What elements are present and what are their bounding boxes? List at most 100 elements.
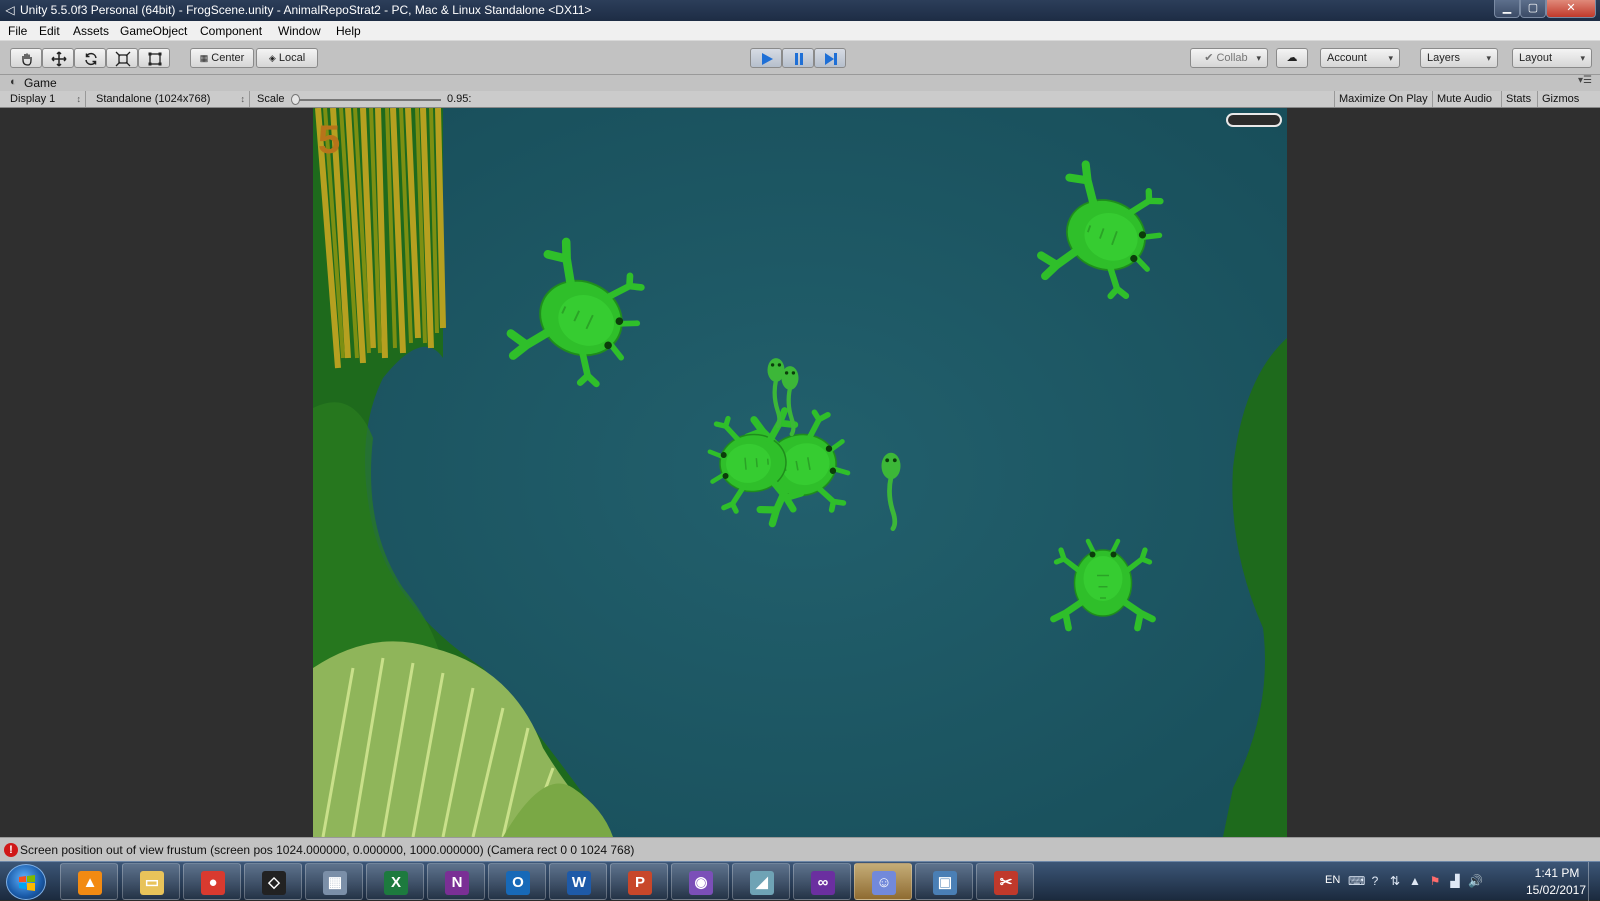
stats-button[interactable]: Stats — [1501, 91, 1535, 107]
collab-dropdown[interactable]: ✔ Collab — [1190, 48, 1268, 68]
layout-label: Layout — [1519, 52, 1553, 64]
maximize-button[interactable]: ▢ — [1520, 0, 1546, 18]
taskbar-button-vlc[interactable]: ▲ — [60, 863, 118, 900]
scale-slider-track[interactable] — [293, 99, 441, 101]
game-tab[interactable]: ◐ Game ▾☰ — [0, 75, 1600, 91]
taskbar-button-photo-viewer[interactable]: ▣ — [915, 863, 973, 900]
menu-gameobject[interactable]: GameObject — [120, 21, 187, 41]
system-tray: EN ⌨ ? ⇅ ▲ ⚑ ▟ 🔊 1:41 PM 15/02/2017 — [1300, 862, 1600, 901]
word-icon: W — [567, 871, 591, 895]
menu-file[interactable]: File — [8, 21, 27, 41]
action-center-flag-icon[interactable]: ⚑ — [1428, 874, 1442, 888]
step-button[interactable] — [814, 48, 846, 68]
menu-help[interactable]: Help — [336, 21, 361, 41]
taskbar-button-word[interactable]: W — [549, 863, 607, 900]
taskbar-button-powerpoint[interactable]: P — [610, 863, 668, 900]
tab-menu-icon[interactable]: ▾☰ — [1578, 75, 1592, 86]
status-message: Screen position out of view frustum (scr… — [20, 843, 635, 857]
taskbar-button-onenote[interactable]: N — [427, 863, 485, 900]
menu-edit[interactable]: Edit — [39, 21, 60, 41]
taskbar-button-discord[interactable]: ☺ — [854, 863, 912, 900]
file-explorer-icon: ▭ — [140, 871, 164, 895]
layers-label: Layers — [1427, 52, 1461, 64]
help-icon[interactable]: ? — [1368, 874, 1382, 888]
account-dropdown[interactable]: Account — [1320, 48, 1400, 68]
taskbar-button-chrome[interactable]: ● — [183, 863, 241, 900]
calculator-icon: ▦ — [323, 871, 347, 895]
signal-strength-icon[interactable]: ▟ — [1448, 874, 1462, 888]
visual-studio-icon: ∞ — [811, 871, 835, 895]
hand-tool-icon — [22, 53, 32, 66]
scale-slider-handle[interactable] — [291, 94, 300, 105]
mute-audio-button[interactable]: Mute Audio — [1432, 91, 1496, 107]
game-canvas[interactable]: 5 — [313, 108, 1287, 837]
taskbar-button-github-desktop[interactable]: ◉ — [671, 863, 729, 900]
game-tab-label: Game — [24, 76, 57, 90]
taskbar-button-notes-app[interactable]: ◢ — [732, 863, 790, 900]
network-small-icon[interactable]: ⇅ — [1388, 874, 1402, 888]
show-desktop-button[interactable] — [1588, 862, 1600, 901]
window-title: Unity 5.5.0f3 Personal (64bit) - FrogSce… — [20, 3, 592, 17]
taskbar-button-file-explorer[interactable]: ▭ — [122, 863, 180, 900]
menu-window[interactable]: Window — [278, 21, 321, 41]
gizmos-dropdown[interactable]: Gizmos — [1537, 91, 1593, 107]
taskbar-button-unity[interactable]: ◇ — [244, 863, 302, 900]
pause-button[interactable] — [782, 48, 814, 68]
rotate-tool-icon — [85, 52, 97, 66]
taskbar-button-snipping-tool[interactable]: ✂ — [976, 863, 1034, 900]
show-hidden-icons[interactable]: ▲ — [1408, 874, 1422, 888]
error-icon: ! — [4, 843, 18, 857]
github-desktop-icon: ◉ — [689, 871, 713, 895]
photo-viewer-icon: ▣ — [933, 871, 957, 895]
step-icon — [825, 53, 837, 65]
hand-tool-button[interactable] — [10, 48, 42, 68]
collab-check-icon: ✔ — [1204, 52, 1214, 64]
rect-tool-button[interactable] — [138, 48, 170, 68]
keyboard-icon[interactable]: ⌨ — [1348, 874, 1365, 888]
scale-tool-button[interactable] — [106, 48, 138, 68]
pivot-center-button[interactable]: ▦ Center — [190, 48, 254, 68]
game-tab-icon: ◐ — [10, 76, 17, 88]
rotate-tool-button[interactable] — [74, 48, 106, 68]
minimize-button[interactable]: ▁ — [1494, 0, 1520, 18]
cloud-button[interactable]: ☁ — [1276, 48, 1308, 68]
clock-date[interactable]: 15/02/2017 — [1516, 883, 1596, 897]
layout-dropdown[interactable]: Layout — [1512, 48, 1592, 68]
move-tool-button[interactable] — [42, 48, 74, 68]
language-indicator[interactable]: EN — [1325, 874, 1340, 886]
display-dropdown[interactable]: Display 1 — [6, 91, 86, 107]
minimize-icon: ▁ — [1502, 2, 1512, 14]
clock-time[interactable]: 1:41 PM — [1522, 866, 1592, 880]
rect-tool-icon — [148, 52, 162, 66]
collab-label: Collab — [1216, 52, 1248, 64]
discord-icon: ☺ — [872, 871, 896, 895]
local-icon: ◈ — [268, 53, 276, 63]
maximize-icon: ▢ — [1527, 2, 1539, 14]
chrome-icon: ● — [201, 871, 225, 895]
snipping-tool-icon: ✂ — [994, 871, 1018, 895]
console-status-bar[interactable]: ! Screen position out of view frustum (s… — [0, 837, 1600, 861]
move-tool-icon — [51, 51, 67, 67]
play-icon — [762, 53, 773, 65]
taskbar-button-excel[interactable]: X — [366, 863, 424, 900]
volume-icon[interactable]: 🔊 — [1468, 874, 1483, 888]
start-button[interactable] — [6, 864, 46, 900]
layers-dropdown[interactable]: Layers — [1420, 48, 1498, 68]
close-button[interactable]: ✕ — [1546, 0, 1596, 18]
unity-logo-icon: ◁ — [5, 3, 15, 17]
onenote-icon: N — [445, 871, 469, 895]
game-viewport: 5 — [0, 108, 1600, 837]
menu-component[interactable]: Component — [200, 21, 262, 41]
resolution-dropdown[interactable]: Standalone (1024x768) — [92, 91, 250, 107]
taskbar-button-calculator[interactable]: ▦ — [305, 863, 363, 900]
windows-flag-icon — [19, 875, 35, 891]
maximize-on-play-button[interactable]: Maximize On Play — [1334, 91, 1432, 107]
game-control-bar: Display 1 Standalone (1024x768) Scale 0.… — [0, 91, 1600, 108]
pivot-local-button[interactable]: ◈ Local — [256, 48, 318, 68]
taskbar-button-visual-studio[interactable]: ∞ — [793, 863, 851, 900]
cloud-icon: ☁ — [1286, 52, 1298, 64]
menu-assets[interactable]: Assets — [73, 21, 109, 41]
play-button[interactable] — [750, 48, 782, 68]
taskbar-button-outlook[interactable]: O — [488, 863, 546, 900]
taskbar: ▲ ▭ ● ◇ ▦ X N O W P ◉ ◢ ∞ ☺ ▣ ✂ EN ⌨ ? ⇅ ▲ ⚑ ▟ 🔊 1:41 P… — [0, 861, 1600, 901]
